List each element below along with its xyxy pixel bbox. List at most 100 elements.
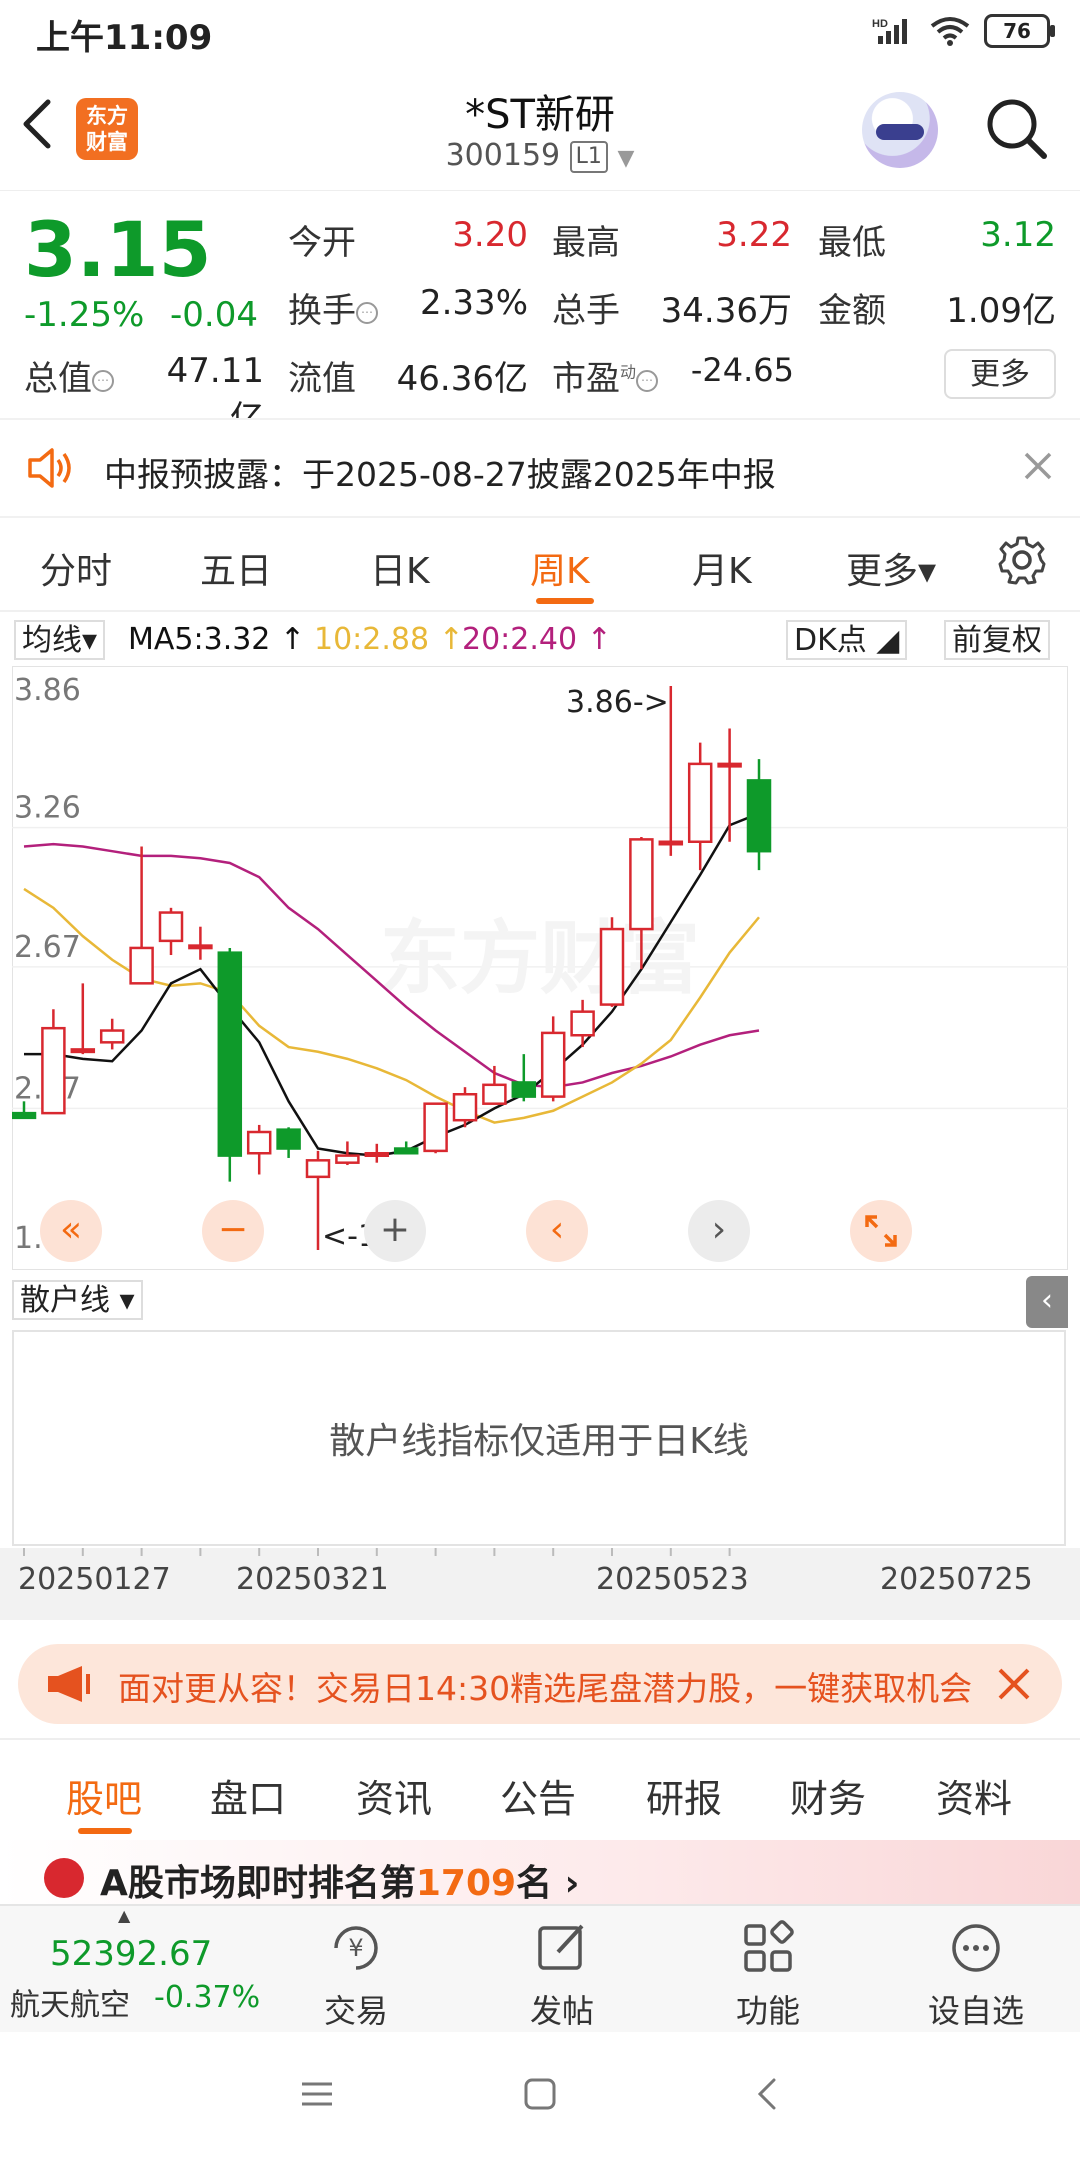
tab-minute[interactable]: 分时: [40, 542, 112, 594]
notice-bar[interactable]: 中报预披露：于2025-08-27披露2025年中报: [0, 418, 1080, 518]
close-icon: [998, 1668, 1030, 1700]
kline-chart[interactable]: 东方财富 3.863.262.672.071.47 3.86-> <-1.47: [12, 666, 1068, 1270]
ma-selector[interactable]: 均线▾: [14, 620, 106, 660]
rank-text: A股市场即时排名第1709名 ›: [100, 1863, 580, 1904]
rank-strip[interactable]: A股市场即时排名第1709名 ›: [0, 1840, 1080, 1904]
index-name: 航天航空: [10, 1988, 130, 2023]
date-label: 20250127: [18, 1562, 171, 1597]
settings-button[interactable]: [996, 534, 1048, 590]
index-value[interactable]: 52392.67: [50, 1934, 212, 1974]
candle-body: [41, 1026, 66, 1115]
candle-body: [687, 762, 713, 843]
candle-body: [217, 951, 243, 1157]
pe-label[interactable]: 市盈动 ⋯: [552, 351, 659, 400]
logo-text: 东方财富: [86, 104, 128, 154]
header: 东方财富 *ST新研 300159 L1 ▼: [0, 64, 1080, 190]
nav-label: 设自选: [927, 1992, 1024, 2030]
date-label: 20250321: [236, 1562, 389, 1597]
battery-icon: 76: [984, 14, 1055, 48]
candle-body: [129, 946, 154, 985]
candle: [599, 917, 625, 1007]
mktcap-label[interactable]: 总值 ⋯: [24, 351, 114, 400]
stock-code-row[interactable]: 300159 L1 ▼: [340, 138, 740, 173]
tab-weekly-k[interactable]: 周K: [530, 542, 590, 594]
close-banner-button[interactable]: [994, 1654, 1034, 1721]
more-circle-icon: [952, 1924, 1000, 1972]
tab-finance[interactable]: 财务: [790, 1768, 866, 1823]
back-nav-icon[interactable]: [752, 2076, 782, 2112]
candle-body: [540, 1031, 566, 1098]
fullscreen-button[interactable]: [850, 1200, 912, 1262]
turnover-label[interactable]: 换手 ⋯: [288, 283, 378, 332]
scroll-left-fast-button[interactable]: «: [40, 1200, 102, 1262]
zoom-out-button[interactable]: −: [202, 1200, 264, 1262]
gear-icon: [998, 536, 1046, 585]
close-notice-button[interactable]: [1018, 440, 1058, 501]
expand-icon: [865, 1215, 897, 1247]
side-panel-toggle[interactable]: ‹: [1026, 1276, 1068, 1328]
speaker-icon: [28, 448, 71, 488]
tab-pankou[interactable]: 盘口: [210, 1768, 286, 1823]
nav-functions[interactable]: 功能: [698, 1918, 838, 2032]
tab-news[interactable]: 资讯: [356, 1768, 432, 1823]
open-value: 3.20: [452, 215, 528, 255]
zoom-in-button[interactable]: +: [364, 1200, 426, 1262]
scroll-right-button[interactable]: ›: [688, 1200, 750, 1262]
sub-chart-message: 散户线指标仅适用于日K线: [329, 1421, 749, 1462]
nav-trade[interactable]: ¥ 交易: [286, 1918, 426, 2032]
ma5-value: MA5:3.32 ↑: [128, 622, 306, 657]
promo-banner[interactable]: 面对更从容！交易日14:30精选尾盘潜力股，一键获取机会: [18, 1644, 1062, 1724]
system-nav: [0, 2032, 1080, 2160]
home-icon[interactable]: [522, 2076, 558, 2112]
candle-body: [335, 1154, 360, 1164]
level-badge: L1: [569, 140, 608, 173]
candle-body: [511, 1081, 537, 1098]
tab-profile[interactable]: 资料: [936, 1768, 1012, 1823]
tab-announcement[interactable]: 公告: [500, 1768, 576, 1823]
period-tabs: 分时 五日 日K 周K 月K 更多▾: [0, 514, 1080, 612]
nav-post[interactable]: 发帖: [492, 1918, 632, 2032]
nav-label: 功能: [735, 1992, 800, 2030]
chevron-left-icon: [23, 99, 51, 149]
tab-research[interactable]: 研报: [646, 1768, 722, 1823]
low-value: 3.12: [980, 215, 1056, 255]
nav-watchlist[interactable]: 设自选: [906, 1918, 1046, 2032]
back-button[interactable]: [16, 94, 72, 158]
candle-body: [658, 840, 684, 846]
candle-body: [746, 779, 772, 853]
y-tick-label: 2.67: [14, 930, 81, 965]
scroll-left-button[interactable]: ‹: [526, 1200, 588, 1262]
sub-indicator-selector[interactable]: 散户线 ▾: [12, 1280, 143, 1320]
tab-guba[interactable]: 股吧: [66, 1768, 142, 1823]
turnover-value: 2.33%: [419, 283, 528, 323]
menu-icon[interactable]: [298, 2076, 336, 2112]
candle-body: [452, 1093, 478, 1122]
ma10-value: 10:2.88 ↑: [314, 622, 464, 657]
more-button[interactable]: 更多: [944, 349, 1056, 399]
tab-more[interactable]: 更多▾: [846, 542, 936, 594]
candle-body: [423, 1102, 448, 1153]
candle-body: [70, 1048, 96, 1054]
candle-body: [717, 762, 742, 768]
tab-monthly-k[interactable]: 月K: [692, 542, 752, 594]
tab-five-day[interactable]: 五日: [200, 542, 272, 594]
candle-body: [99, 1029, 125, 1044]
pe-value: -24.65: [690, 351, 794, 389]
bottom-nav: ▲ 52392.67 航天航空 -0.37% ¥ 交易 发帖 功能 设自选: [0, 1904, 1080, 2034]
candle: [217, 947, 243, 1182]
notice-text: 中报预披露：于2025-08-27披露2025年中报: [104, 455, 776, 494]
candle-body: [393, 1147, 419, 1155]
tab-daily-k[interactable]: 日K: [370, 542, 430, 594]
info-icon: ⋯: [356, 301, 378, 324]
wifi-icon: [930, 17, 970, 46]
stock-code: 300159: [445, 138, 561, 173]
open-label: 今开: [288, 223, 356, 263]
dk-point-button[interactable]: DK点 ◢: [786, 620, 908, 660]
adjust-button[interactable]: 前复权: [944, 620, 1050, 660]
current-price: 3.15: [24, 205, 212, 294]
status-icons: HD 76: [872, 14, 1055, 48]
candle-body: [188, 944, 213, 950]
assistant-avatar[interactable]: [862, 92, 938, 168]
search-button[interactable]: [984, 96, 1050, 162]
change-amount: -0.04: [170, 295, 258, 335]
